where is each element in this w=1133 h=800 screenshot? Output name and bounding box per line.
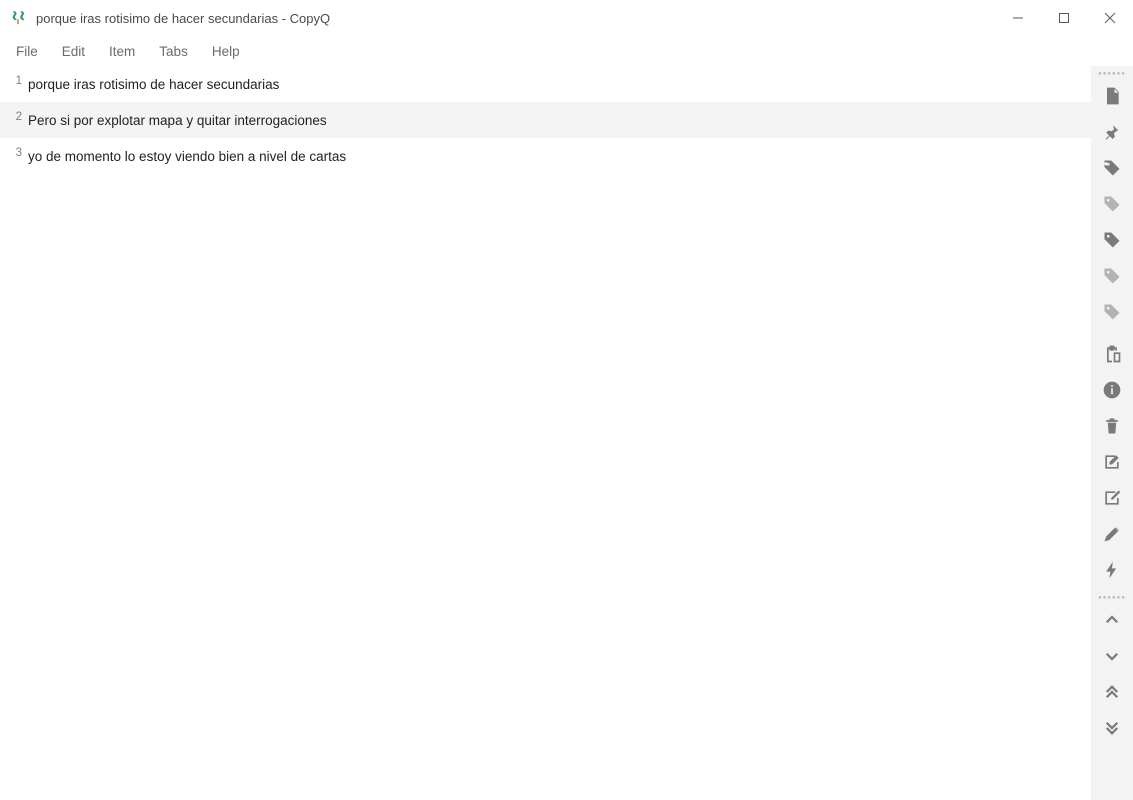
maximize-icon	[1058, 12, 1070, 24]
tag-button-1[interactable]	[1093, 150, 1131, 186]
trash-icon	[1102, 416, 1122, 436]
tag-button-5[interactable]	[1093, 294, 1131, 330]
menu-edit[interactable]: Edit	[50, 40, 97, 63]
paste-button[interactable]	[1093, 336, 1131, 372]
move-top-button[interactable]	[1093, 674, 1131, 710]
tag-icon	[1102, 302, 1122, 322]
tag-icon	[1102, 194, 1122, 214]
menu-help[interactable]: Help	[200, 40, 252, 63]
clip-text: yo de momento lo estoy viendo bien a niv…	[28, 149, 346, 164]
clip-text: porque iras rotisimo de hacer secundaria…	[28, 77, 279, 92]
clip-row[interactable]: 2 Pero si por explotar mapa y quitar int…	[0, 102, 1091, 138]
delete-button[interactable]	[1093, 408, 1131, 444]
toolbar-grip-icon[interactable]: ●●●●●●	[1091, 70, 1133, 78]
app-logo-icon	[8, 8, 28, 28]
tag-button-2[interactable]	[1093, 186, 1131, 222]
clip-index: 1	[8, 74, 22, 87]
chevron-down-icon	[1103, 647, 1121, 665]
menu-file[interactable]: File	[4, 40, 50, 63]
menu-tabs[interactable]: Tabs	[147, 40, 200, 63]
clip-row[interactable]: 3 yo de momento lo estoy viendo bien a n…	[0, 138, 1091, 174]
clipboard-icon	[1102, 344, 1122, 364]
side-toolbar: ●●●●●●	[1091, 66, 1133, 800]
maximize-button[interactable]	[1041, 0, 1087, 36]
tag-button-4[interactable]	[1093, 258, 1131, 294]
tag-icon	[1102, 158, 1122, 178]
edit-button-1[interactable]	[1093, 444, 1131, 480]
edit-pencil-button[interactable]	[1093, 516, 1131, 552]
pin-icon	[1102, 122, 1122, 142]
action-button[interactable]	[1093, 552, 1131, 588]
minimize-button[interactable]	[995, 0, 1041, 36]
clip-row[interactable]: 1 porque iras rotisimo de hacer secundar…	[0, 66, 1091, 102]
clip-list[interactable]: 1 porque iras rotisimo de hacer secundar…	[0, 66, 1091, 800]
note-button[interactable]	[1093, 78, 1131, 114]
pencil-icon	[1102, 524, 1122, 544]
menu-item[interactable]: Item	[97, 40, 147, 63]
tag-icon	[1102, 266, 1122, 286]
window-title: porque iras rotisimo de hacer secundaria…	[36, 11, 995, 26]
info-button[interactable]	[1093, 372, 1131, 408]
edit-square-icon	[1102, 488, 1122, 508]
minimize-icon	[1012, 12, 1024, 24]
bolt-icon	[1102, 560, 1122, 580]
close-button[interactable]	[1087, 0, 1133, 36]
clip-index: 2	[8, 110, 22, 123]
move-up-button[interactable]	[1093, 602, 1131, 638]
menubar: File Edit Item Tabs Help	[0, 36, 1133, 66]
clip-index: 3	[8, 146, 22, 159]
toolbar-grip-icon[interactable]: ●●●●●●	[1091, 594, 1133, 602]
double-chevron-up-icon	[1103, 683, 1121, 701]
note-icon	[1102, 86, 1122, 106]
tag-button-3[interactable]	[1093, 222, 1131, 258]
move-down-button[interactable]	[1093, 638, 1131, 674]
edit-button-2[interactable]	[1093, 480, 1131, 516]
tag-icon	[1102, 230, 1122, 250]
double-chevron-down-icon	[1103, 719, 1121, 737]
window-controls	[995, 0, 1133, 36]
pin-button[interactable]	[1093, 114, 1131, 150]
clip-text: Pero si por explotar mapa y quitar inter…	[28, 113, 327, 128]
titlebar: porque iras rotisimo de hacer secundaria…	[0, 0, 1133, 36]
info-icon	[1102, 380, 1122, 400]
close-icon	[1104, 12, 1116, 24]
edit-square-icon	[1102, 452, 1122, 472]
chevron-up-icon	[1103, 611, 1121, 629]
move-bottom-button[interactable]	[1093, 710, 1131, 746]
main-area: 1 porque iras rotisimo de hacer secundar…	[0, 66, 1133, 800]
